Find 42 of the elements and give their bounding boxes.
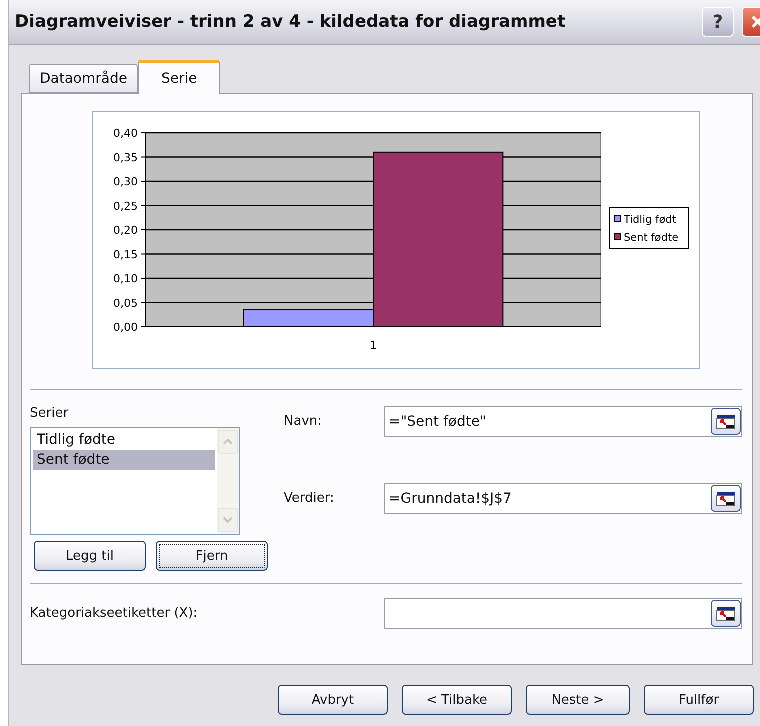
- add-button[interactable]: Legg til: [34, 541, 146, 571]
- axis-tick-label: 0,15: [114, 248, 138, 262]
- range-select-icon: [716, 606, 736, 622]
- window-title: Diagramveiviser - trinn 2 av 4 - kildedata for diagrammet: [15, 12, 567, 32]
- axis-tick-label: 0,00: [114, 321, 138, 334]
- dialog-button[interactable]: Fullfør: [644, 685, 754, 715]
- tab[interactable]: Serie: [138, 60, 220, 94]
- input-field[interactable]: =Grunndata!$J$7: [384, 483, 742, 514]
- dialog-button[interactable]: Neste >: [526, 685, 630, 715]
- list-item[interactable]: Tidlig fødte: [33, 430, 215, 450]
- dialog-button[interactable]: Avbryt: [278, 685, 388, 715]
- axis-tick-label: 0,10: [114, 272, 138, 286]
- list-item[interactable]: Sent fødte: [33, 450, 215, 470]
- range-select-button[interactable]: [711, 600, 741, 627]
- legend-swatch: [614, 234, 622, 240]
- range-select-button[interactable]: [711, 485, 741, 512]
- series-list-label: Serier: [30, 406, 70, 421]
- range-select-icon: [716, 414, 736, 430]
- range-select-button[interactable]: [711, 408, 741, 435]
- axis-tick-label: 0,25: [114, 200, 138, 213]
- help-button[interactable]: ?: [702, 7, 734, 37]
- range-select-icon: [716, 490, 736, 506]
- remove-button[interactable]: Fjern: [156, 541, 268, 571]
- axis-tick-label: 0,30: [114, 176, 138, 188]
- input-field[interactable]: ="Sent fødte": [384, 406, 742, 437]
- legend-swatch: [614, 216, 622, 222]
- chevron-down-icon: [223, 517, 233, 523]
- series-listbox[interactable]: Tidlig fødte Sent fødte: [30, 427, 240, 535]
- dialog-button[interactable]: < Tilbake: [402, 685, 512, 715]
- tab[interactable]: Dataområde: [29, 64, 138, 93]
- legend-label: Tidlig født: [624, 214, 676, 226]
- input-field[interactable]: [384, 598, 742, 629]
- field-label: Verdier:: [284, 491, 336, 506]
- field-label: Kategoriakseetiketter (X):: [30, 606, 199, 621]
- axis-tick-label: 0,35: [114, 151, 138, 164]
- axis-tick-label: 0,20: [114, 224, 138, 237]
- axis-tick-label: 0,40: [114, 127, 138, 140]
- axis-category-label: 1: [370, 339, 377, 352]
- axis-tick-label: 0,05: [114, 296, 138, 310]
- field-label: Navn:: [284, 414, 324, 429]
- legend-label: Sent fødte: [624, 232, 679, 244]
- chevron-up-icon: [223, 439, 233, 445]
